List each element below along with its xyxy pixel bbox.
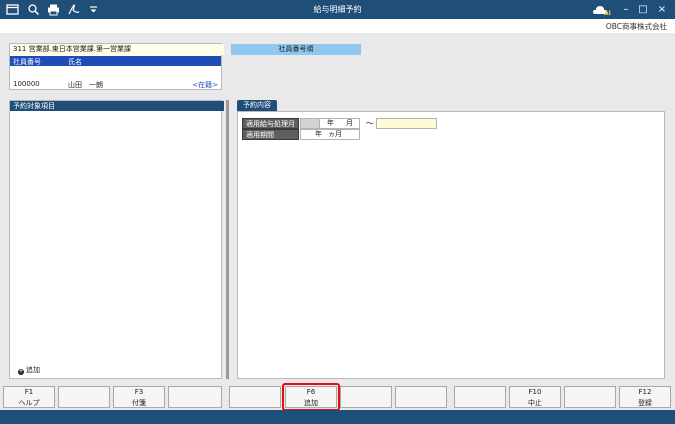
period-month-unit: ヵ月 [328, 130, 342, 138]
f6-highlight-frame [282, 383, 340, 411]
f11-button[interactable] [564, 386, 616, 408]
apply-period-field[interactable]: 年ヵ月 [300, 129, 360, 140]
tab-reservation-content[interactable]: 予約内容 [237, 100, 277, 111]
company-bar: OBC商事株式会社 [0, 19, 675, 33]
employee-status-link[interactable]: <在籍> [192, 80, 218, 90]
employee-name-column: 氏名 [68, 58, 82, 66]
employee-id-column: 社員番号 [13, 58, 41, 66]
maximize-button[interactable]: □ [636, 3, 650, 16]
f2-button[interactable] [58, 386, 110, 408]
employee-header: 社員番号 氏名 [10, 56, 221, 66]
company-name: OBC商事株式会社 [605, 22, 667, 31]
month-unit: 月 [346, 119, 353, 127]
reservation-items-panel: 予約対象項目 + 追加 [9, 100, 224, 379]
f5-button[interactable] [229, 386, 281, 408]
add-item-label: 追加 [26, 366, 40, 374]
reservation-items-header: 予約対象項目 [10, 101, 224, 111]
range-tilde: 〜 [366, 119, 374, 128]
period-year-unit: 年 [315, 130, 322, 138]
apply-period-label: 適用期間 [242, 129, 299, 140]
minimize-button[interactable]: – [619, 3, 633, 16]
employee-id[interactable]: 100000 [13, 80, 40, 88]
plus-icon: + [18, 368, 24, 375]
reservation-content-panel: 適用給与処理月 年月 〜 適用期間 年ヵ月 [237, 111, 665, 379]
f7-button[interactable] [340, 386, 392, 408]
department-line: 311 営業部.東日本営業課.第一営業課 [10, 44, 224, 55]
add-item-link[interactable]: + 追加 [18, 365, 40, 375]
window-title: 給与明細予約 [313, 5, 362, 14]
f10-cancel-button[interactable]: F10 中止 [509, 386, 561, 408]
status-bar [0, 410, 675, 424]
f9-button[interactable] [454, 386, 506, 408]
apply-month-field[interactable]: 年月 [320, 118, 360, 129]
title-bar: 給与明細予約 AI – □ × [0, 0, 675, 19]
f3-sticky-note-button[interactable]: F3 付箋 [113, 386, 165, 408]
f12-register-button[interactable]: F12 登録 [619, 386, 671, 408]
ai-cloud-icon[interactable]: AI [592, 3, 612, 17]
close-button[interactable]: × [655, 3, 669, 16]
year-unit: 年 [327, 119, 334, 127]
panel-splitter[interactable] [226, 100, 229, 379]
apply-month-label: 適用給与処理月 [242, 118, 299, 129]
f1-help-button[interactable]: F1 ヘルプ [3, 386, 55, 408]
f4-button[interactable] [168, 386, 222, 408]
employee-box: 311 営業部.東日本営業課.第一営業課 社員番号 氏名 100000 山田 一… [9, 43, 224, 90]
sort-order-label[interactable]: 社員番号順 [231, 44, 361, 55]
employee-name[interactable]: 山田 一朗 [68, 80, 103, 90]
apply-month-end-input[interactable] [376, 118, 437, 129]
f8-button[interactable] [395, 386, 447, 408]
apply-year-input[interactable] [300, 118, 320, 129]
svg-text:AI: AI [604, 10, 611, 16]
